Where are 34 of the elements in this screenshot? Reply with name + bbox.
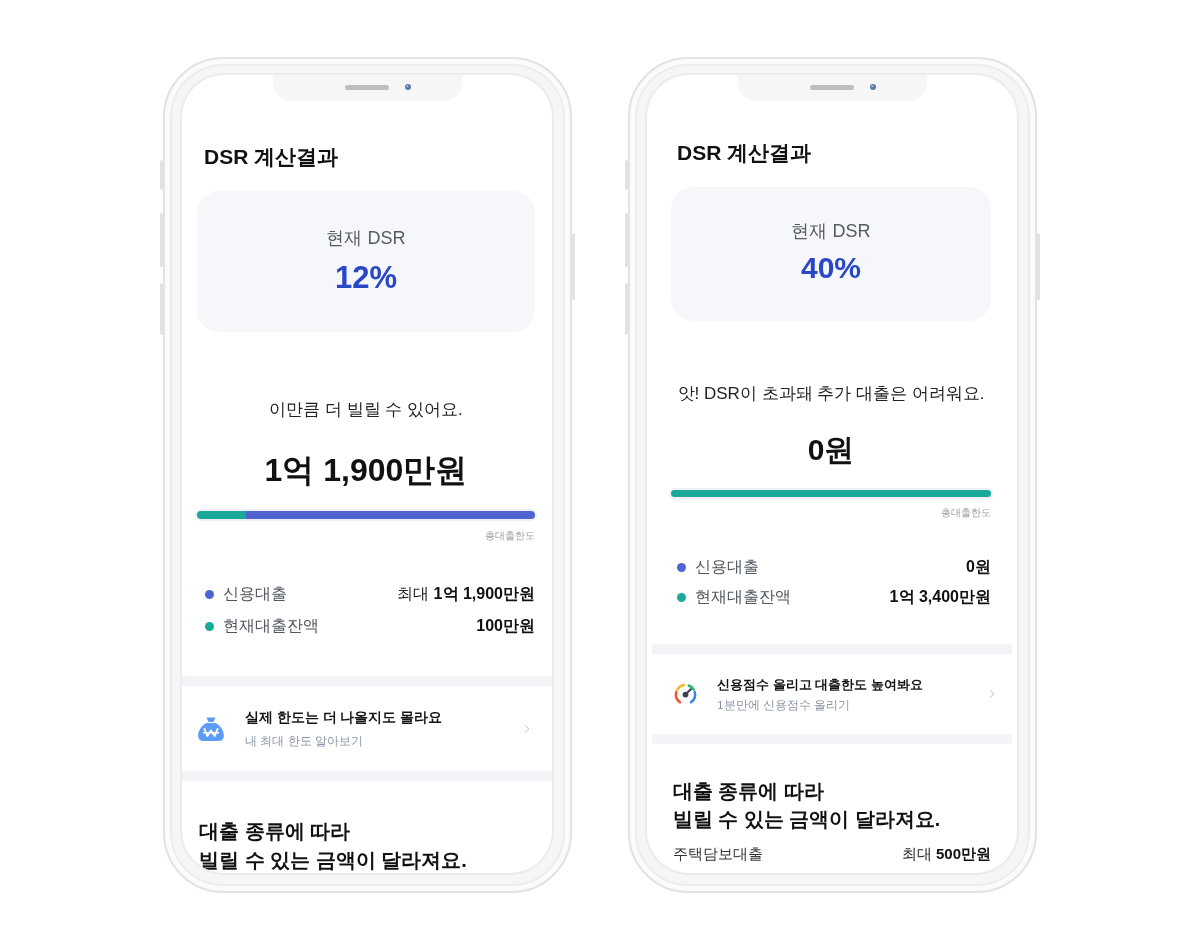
loan-type-label: 주택담보대출 (673, 845, 763, 863)
section-heading: 대출 종류에 따라 빌릴 수 있는 금액이 달라져요. (199, 819, 468, 873)
result-message: 앗! DSR이 초과돼 추가 대출은 어려워요. (677, 383, 985, 405)
loan-type-value: 최대 500만원 (901, 845, 991, 863)
legend-value: 최대 1억 1,900만원 (397, 584, 535, 604)
money-bag-icon (197, 715, 225, 742)
dsr-value: 40% (800, 250, 861, 286)
bar-caption: 총대출한도 (941, 506, 991, 520)
legend-value: 100만원 (476, 616, 535, 636)
camera-lens-icon (869, 84, 876, 90)
promo-title: 실제 한도는 더 나올지도 몰라요 (245, 708, 443, 727)
gauge-icon (673, 682, 698, 706)
page-title: DSR 계산결과 (204, 144, 339, 170)
loan-amount: 1억 1,900만원 (264, 451, 468, 490)
dsr-label: 현재 DSR (326, 227, 406, 250)
promo-title: 신용점수 올리고 대출한도 높여봐요 (717, 675, 923, 694)
legend-label: 신용대출 (223, 584, 287, 604)
speaker-grille-icon (344, 84, 389, 90)
result-message: 이만큼 더 빌릴 수 있어요. (269, 399, 463, 421)
section-heading: 대출 종류에 따라 빌릴 수 있는 금액이 달라져요. (673, 779, 942, 832)
camera-lens-icon (404, 84, 411, 90)
promo-subtitle: 1분만에 신용점수 올리기 (717, 696, 852, 714)
legend-label: 신용대출 (695, 557, 759, 577)
promo-subtitle: 내 최대 한도 알아보기 (245, 732, 365, 750)
speaker-grille-icon (809, 84, 854, 90)
legend-label: 현재대출잔액 (695, 587, 791, 607)
bar-caption: 총대출한도 (485, 529, 535, 543)
dsr-label: 현재 DSR (791, 220, 871, 243)
dsr-value: 12% (334, 259, 397, 297)
page-title: DSR 계산결과 (677, 140, 812, 166)
legend-value: 0원 (966, 557, 991, 577)
legend-value: 1억 3,400만원 (889, 587, 991, 607)
loan-amount: 0원 (807, 432, 855, 468)
legend-label: 현재대출잔액 (223, 616, 319, 636)
